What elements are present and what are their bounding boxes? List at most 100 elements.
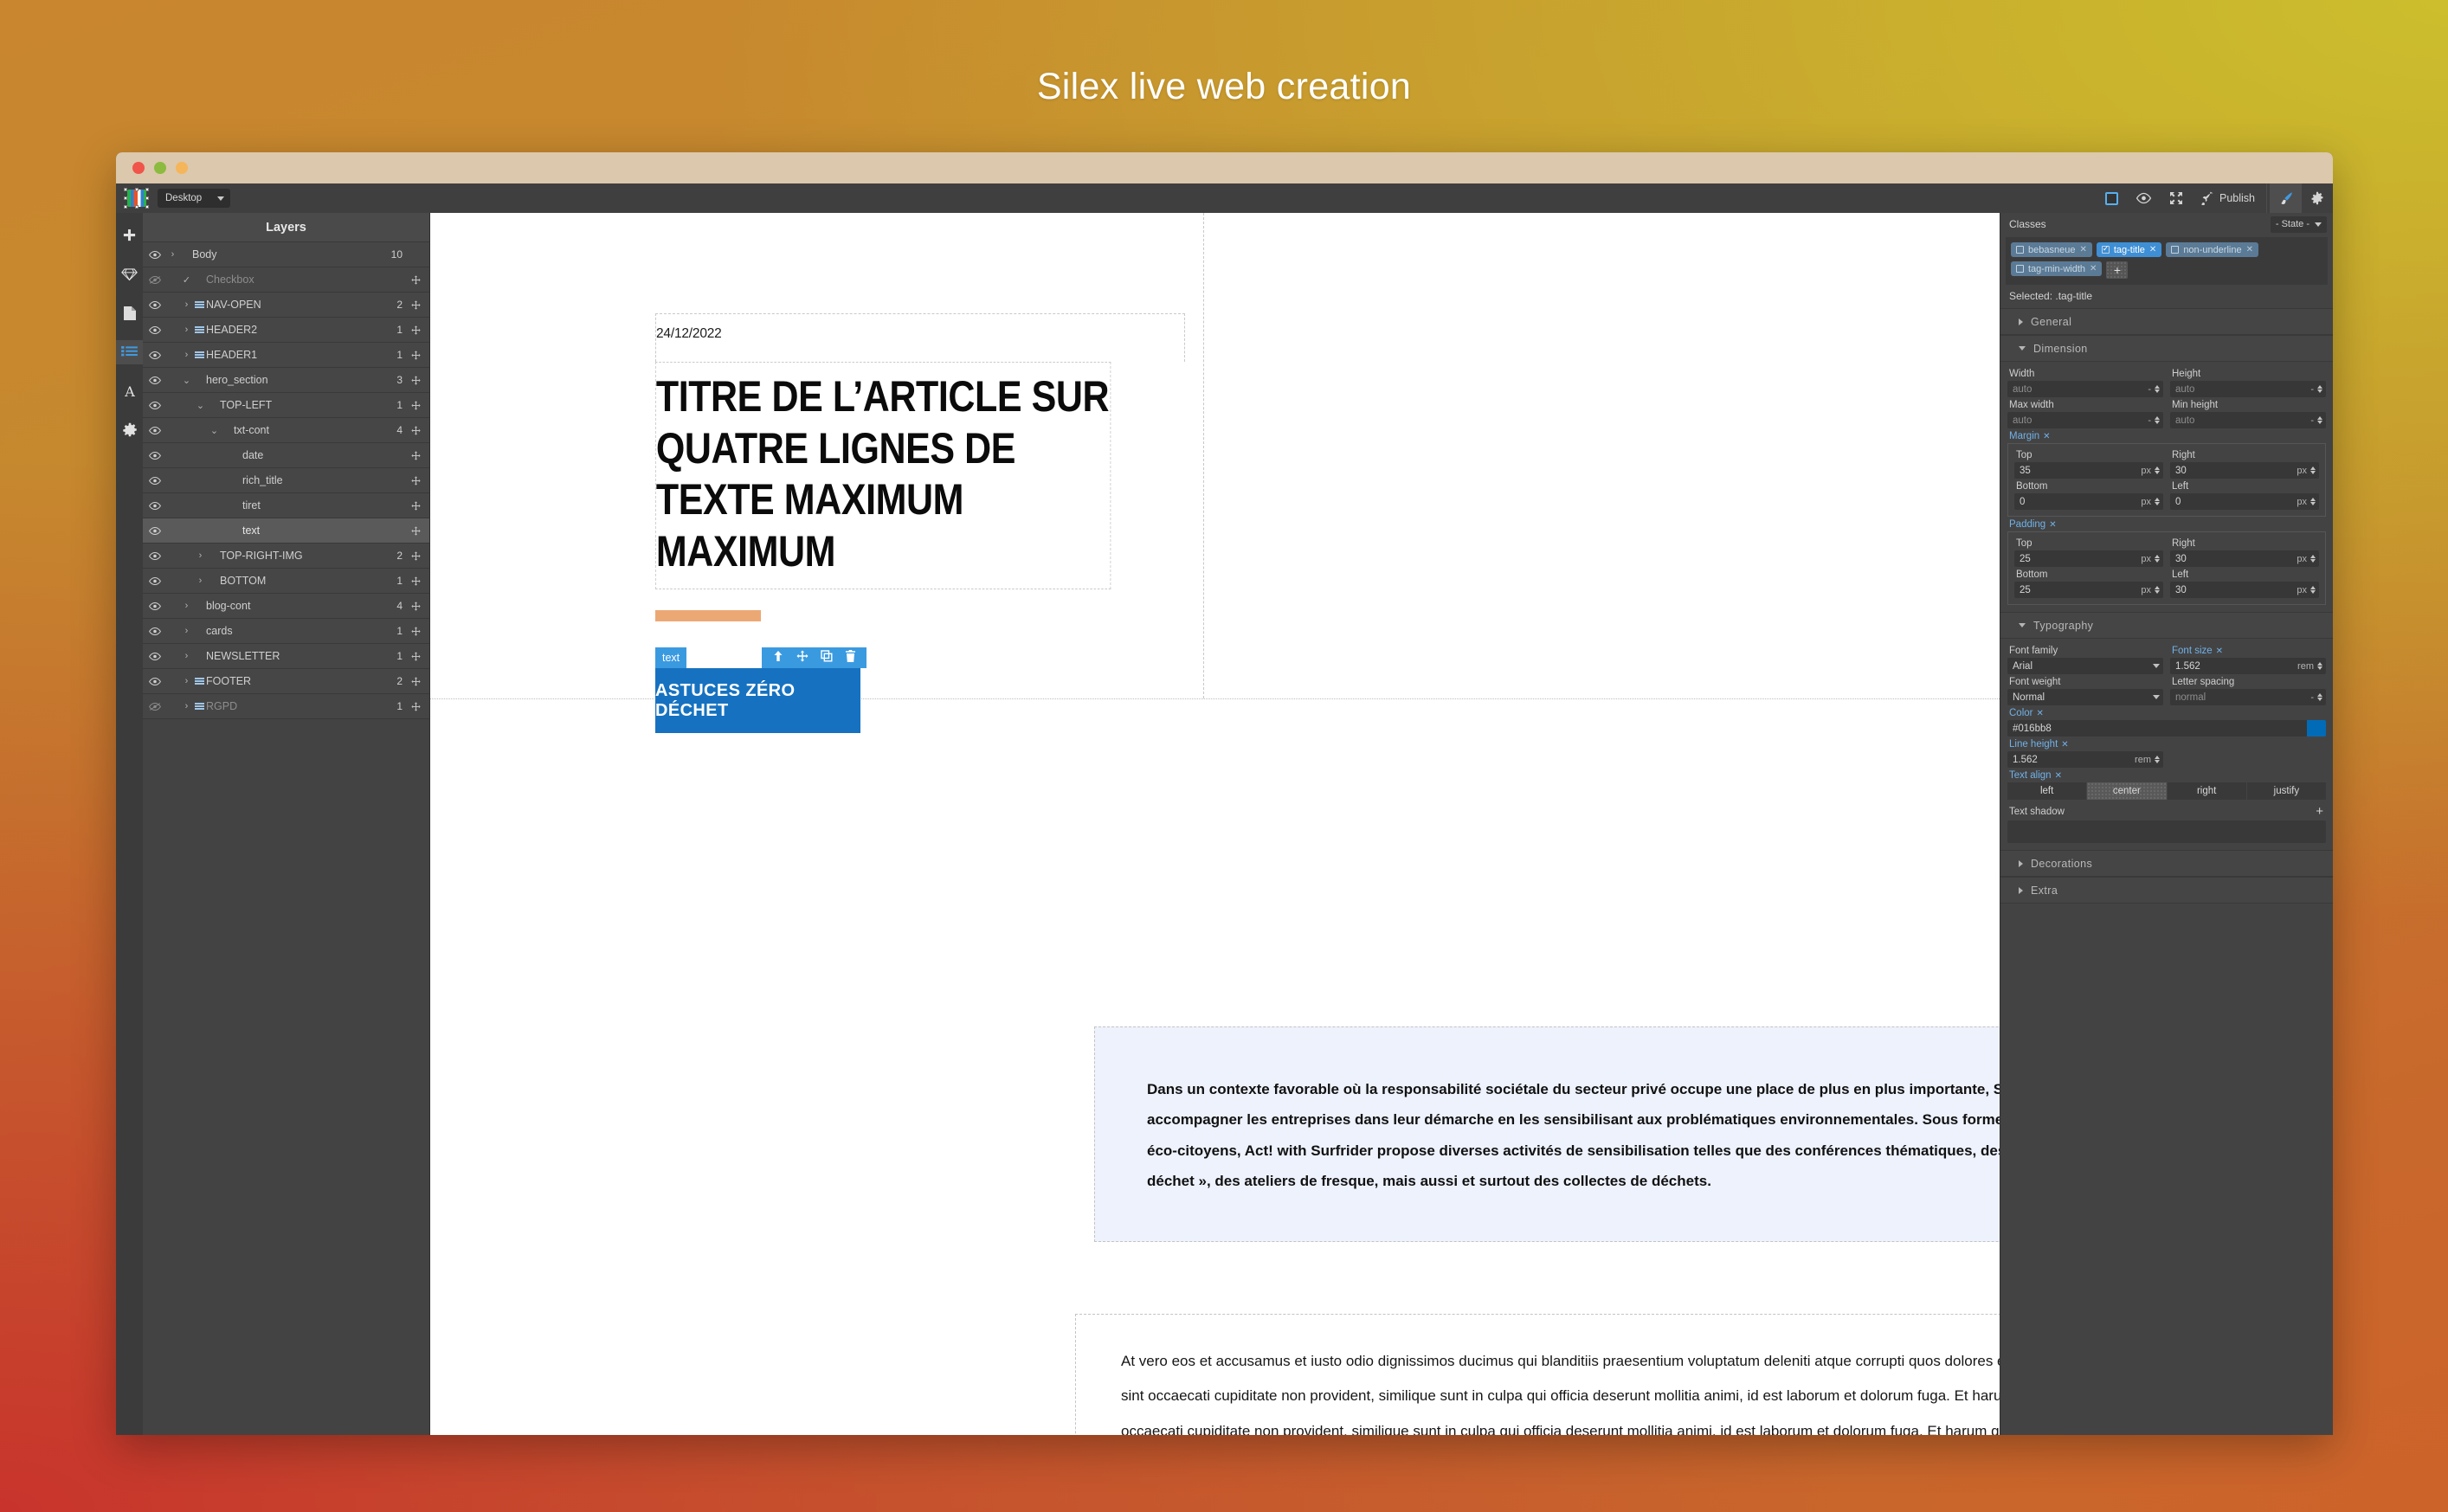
date-text[interactable]: 24/12/2022 [655,313,1185,362]
tiret-divider[interactable] [655,610,761,621]
layer-row-txt-cont[interactable]: ⌄ txt-cont 4 [143,418,429,443]
min-height-input[interactable]: auto - [2170,412,2326,428]
layer-move-handle[interactable] [410,601,422,611]
layer-expand-toggle[interactable]: › [166,249,179,260]
padding-bottom-input[interactable]: 25 px [2014,582,2163,598]
margin-top-input[interactable]: 35 px [2014,462,2163,479]
layer-move-handle[interactable] [410,500,422,511]
section-general[interactable]: General [2000,308,2333,335]
eye-icon[interactable] [143,602,166,611]
color-swatch[interactable] [2307,720,2326,737]
layer-expand-toggle[interactable]: ⌄ [180,375,193,386]
eye-icon[interactable] [143,526,166,536]
top-left-block[interactable]: 24/12/2022 TITRE DE L’ARTICLE SUR QUATRE… [655,313,1185,733]
layer-move-handle[interactable] [410,701,422,711]
sidebar-item-pages[interactable] [116,301,143,325]
padding-top-input[interactable]: 25 px [2014,550,2163,567]
stepper-icon[interactable] [2155,466,2160,474]
section-decorations[interactable]: Decorations [2000,850,2333,877]
section-extra[interactable]: Extra [2000,877,2333,904]
selection-toolbar[interactable] [762,647,866,668]
sidebar-item-add-blocks[interactable] [116,223,143,248]
trash-icon[interactable] [845,649,856,666]
layer-row-hero-section[interactable]: ⌄ hero_section 3 [143,368,429,393]
layer-expand-toggle[interactable]: › [180,626,193,636]
eye-icon[interactable] [143,677,166,686]
color-input[interactable]: #016bb8 [2007,720,2307,737]
line-height-input[interactable]: 1.562 rem [2007,751,2163,768]
max-width-input[interactable]: auto - [2007,412,2163,428]
stepper-icon[interactable] [2310,555,2316,563]
eye-icon[interactable] [143,652,166,661]
text-align-left-button[interactable]: left [2007,782,2087,800]
stepper-icon[interactable] [2155,385,2160,393]
eye-icon[interactable] [143,451,166,460]
layer-expand-toggle[interactable]: › [180,299,193,310]
layer-move-handle[interactable] [410,576,422,586]
text-align-right-button[interactable]: right [2167,782,2246,800]
eye-icon[interactable] [143,627,166,636]
stepper-icon[interactable] [2155,756,2160,763]
move-icon[interactable] [796,650,808,666]
maximize-window-button[interactable] [176,162,188,174]
class-chip-tag-min-width[interactable]: tag-min-width ✕ [2011,261,2103,276]
eye-icon[interactable] [143,401,166,410]
stepper-icon[interactable] [2155,586,2160,594]
minimize-window-button[interactable] [154,162,166,174]
section-typography[interactable]: Typography [2000,612,2333,639]
sidebar-item-settings[interactable] [116,418,143,442]
layer-row-body[interactable]: › Body 10 [143,242,429,267]
layer-move-handle[interactable] [410,299,422,310]
sidebar-item-fonts[interactable]: A [116,379,143,403]
eye-icon[interactable] [143,250,166,260]
eye-icon[interactable] [143,551,166,561]
layer-row-bottom[interactable]: › BOTTOM 1 [143,569,429,594]
layer-row-rich-title[interactable]: rich_title [143,468,429,493]
layer-expand-toggle[interactable]: › [180,350,193,360]
layer-expand-toggle[interactable]: › [180,701,193,711]
eye-icon[interactable] [143,501,166,511]
layer-move-handle[interactable] [410,626,422,636]
sidebar-item-open-blocks[interactable] [116,262,143,286]
class-chip-checkbox[interactable] [2016,246,2024,254]
height-input[interactable]: auto - [2170,381,2326,397]
remove-class-icon[interactable]: ✕ [2079,245,2086,254]
layer-row-footer[interactable]: › FOOTER 2 [143,669,429,694]
layer-move-handle[interactable] [410,475,422,486]
margin-bottom-input[interactable]: 0 px [2014,493,2163,510]
layer-row-checkbox[interactable]: ✓ Checkbox [143,267,429,293]
layer-row-top-right-img[interactable]: › TOP-RIGHT-IMG 2 [143,544,429,569]
silex-logo-icon[interactable] [123,187,150,209]
stepper-icon[interactable] [2155,498,2160,505]
layer-expand-toggle[interactable]: › [180,676,193,686]
width-input[interactable]: auto - [2007,381,2163,397]
clear-color-icon[interactable]: ✕ [2036,709,2043,718]
section-dimension[interactable]: Dimension [2000,335,2333,362]
canvas[interactable]: 24/12/2022 TITRE DE L’ARTICLE SUR QUATRE… [430,213,2000,1435]
layer-move-handle[interactable] [410,350,422,360]
stepper-icon[interactable] [2317,385,2322,393]
layer-row-top-left[interactable]: ⌄ TOP-LEFT 1 [143,393,429,418]
eye-icon[interactable] [143,576,166,586]
layer-row-header2[interactable]: › HEADER2 1 [143,318,429,343]
layer-row-cards[interactable]: › cards 1 [143,619,429,644]
font-weight-select[interactable]: Normal [2007,689,2163,705]
eye-off-icon[interactable] [143,702,166,711]
cta-button[interactable]: ASTUCES ZÉRO DÉCHET [655,668,860,733]
eye-icon[interactable] [143,300,166,310]
class-chip-non-underline[interactable]: non-underline ✕ [2166,242,2258,257]
settings-button[interactable] [2302,183,2333,213]
layer-move-handle[interactable] [410,651,422,661]
padding-right-input[interactable]: 30 px [2170,550,2319,567]
publish-button[interactable]: Publish [2192,183,2264,213]
stepper-icon[interactable] [2317,416,2322,424]
layer-expand-toggle[interactable]: › [194,576,207,586]
clear-font-size-icon[interactable]: ✕ [2216,647,2223,656]
copy-icon[interactable] [821,649,833,666]
fullscreen-button[interactable] [2161,183,2192,213]
select-parent-icon[interactable] [772,650,784,666]
toggle-borders-button[interactable] [2097,183,2127,213]
stepper-icon[interactable] [2310,498,2316,505]
margin-left-input[interactable]: 0 px [2170,493,2319,510]
margin-right-input[interactable]: 30 px [2170,462,2319,479]
